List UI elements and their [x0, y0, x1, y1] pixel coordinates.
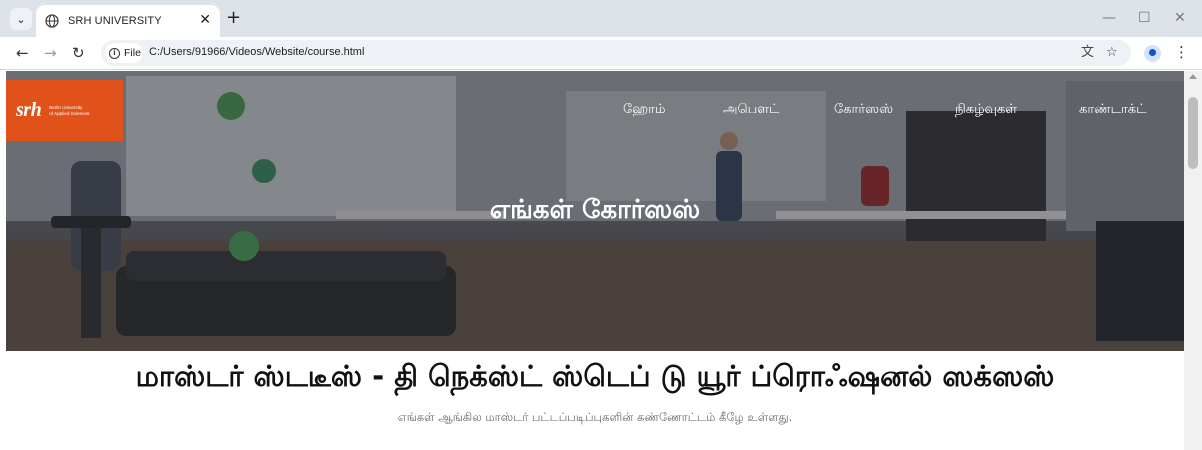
profile-icon[interactable]: [1144, 45, 1161, 62]
star-icon[interactable]: ☆: [1106, 45, 1118, 61]
globe-icon: [45, 14, 59, 28]
site-chip-label: File: [124, 47, 141, 59]
page-viewport: srh Berlin University of Applied Science…: [6, 71, 1184, 450]
translate-icon[interactable]: 文: [1081, 45, 1094, 61]
close-icon[interactable]: ✕: [199, 12, 211, 28]
browser-toolbar: ← → ↻ i File C:/Users/91966/Videos/Websi…: [0, 37, 1202, 70]
info-icon: i: [109, 47, 120, 59]
nav-item-about[interactable]: அபௌட்: [723, 101, 779, 119]
nav-item-contact[interactable]: காண்டாக்ட்: [1079, 101, 1146, 119]
section-subtitle: எங்கள் ஆங்கில மாஸ்டர் பட்டப்படிப்புகளின்…: [397, 410, 793, 424]
kebab-menu-icon[interactable]: ⋮: [1174, 42, 1189, 62]
minimize-icon[interactable]: —: [1102, 10, 1116, 26]
hero-banner: srh Berlin University of Applied Science…: [6, 71, 1184, 351]
page-scrollbar[interactable]: [1184, 71, 1202, 450]
section-title: மாஸ்டர் ஸ்டடீஸ் - தி நெக்ஸ்ட் ஸ்டெப் டு …: [135, 359, 1055, 393]
browser-tabstrip: ⌄ SRH UNIVERSITY ✕ + — ☐ ✕: [0, 0, 1202, 37]
url-text[interactable]: C:/Users/91966/Videos/Website/course.htm…: [149, 46, 364, 58]
browser-tab-active[interactable]: SRH UNIVERSITY ✕: [36, 5, 220, 37]
scrollbar-thumb[interactable]: [1188, 97, 1198, 169]
chevron-down-icon: ⌄: [16, 12, 26, 26]
arrow-left-icon[interactable]: ←: [16, 43, 29, 63]
reload-icon[interactable]: ↻: [72, 43, 85, 63]
nav-item-events[interactable]: நிகழ்வுகள்: [955, 101, 1017, 119]
scroll-up-arrow[interactable]: [1189, 74, 1197, 79]
main-nav: ஹோம் அபௌட் கோர்ஸஸ் நிகழ்வுகள் காண்டாக்ட்: [6, 101, 1184, 123]
nav-item-home[interactable]: ஹோம்: [623, 101, 665, 119]
tab-title: SRH UNIVERSITY: [68, 15, 162, 27]
new-tab-button[interactable]: +: [226, 8, 241, 28]
site-info-chip[interactable]: i File: [105, 43, 143, 63]
address-bar[interactable]: i File C:/Users/91966/Videos/Website/cou…: [101, 40, 1131, 66]
window-close-icon[interactable]: ✕: [1174, 10, 1186, 26]
maximize-icon[interactable]: ☐: [1138, 10, 1151, 26]
hero-title: எங்கள் கோர்ஸஸ்: [489, 195, 701, 225]
nav-item-courses[interactable]: கோர்ஸஸ்: [834, 101, 893, 119]
arrow-right-icon[interactable]: →: [44, 43, 57, 63]
tab-search-button[interactable]: ⌄: [10, 8, 32, 30]
